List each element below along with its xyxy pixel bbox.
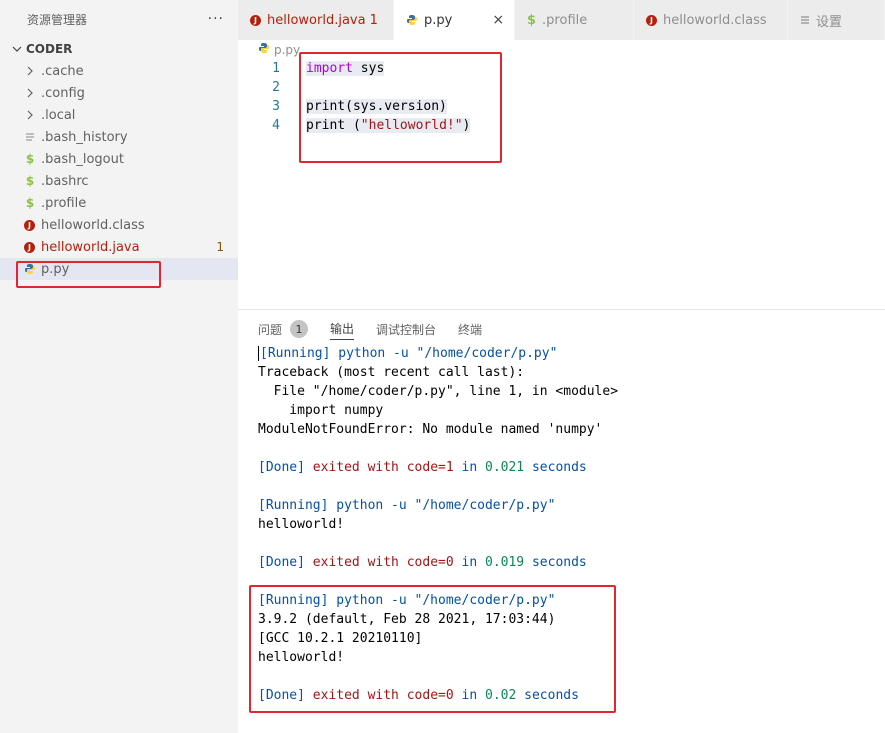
- tree-item-cache[interactable]: .cache: [0, 60, 238, 82]
- tab-label: helloworld.java: [267, 12, 366, 28]
- explorer-sidebar: 资源管理器 ··· CODER .cache .config .local .b…: [0, 0, 238, 733]
- output-line: File "/home/coder/p.py", line 1, in <mod…: [258, 384, 619, 399]
- dollar-icon: $: [527, 12, 537, 28]
- tab-label: 终端: [458, 322, 483, 337]
- breadcrumb[interactable]: p.py: [258, 42, 300, 57]
- tab-terminal[interactable]: 终端: [458, 318, 482, 340]
- done-text: in: [453, 555, 485, 570]
- output-line: Traceback (most recent call last):: [258, 365, 525, 380]
- tree-item-label: .config: [41, 85, 85, 101]
- done-line: [Done] exited with code=1 in 0.021 secon…: [258, 458, 618, 477]
- done-line: [Done] exited with code=0 in 0.019 secon…: [258, 553, 618, 572]
- tab-settings[interactable]: 设置: [788, 0, 885, 40]
- dollar-icon: $: [25, 196, 35, 210]
- exit-code: code=0: [406, 555, 454, 570]
- done-tag: [Done]: [258, 555, 305, 570]
- tree-item-label: .profile: [41, 195, 87, 211]
- tab-output[interactable]: 输出: [330, 318, 355, 340]
- dollar-icon: $: [25, 174, 35, 188]
- highlight-box-file: [16, 261, 161, 288]
- tab-problems[interactable]: 问题 1: [258, 318, 309, 340]
- tree-item-label: helloworld.java: [41, 239, 140, 255]
- done-text: exited with: [304, 555, 407, 570]
- tab-debug-console[interactable]: 调试控制台: [376, 318, 436, 340]
- done-text: seconds: [524, 460, 587, 475]
- tree-item-label: .local: [41, 107, 76, 123]
- done-text: seconds: [524, 555, 587, 570]
- tree-item-helloworld-java[interactable]: J helloworld.java 1: [0, 236, 238, 258]
- settings-lines-icon: [800, 15, 810, 25]
- tree-item-label: helloworld.class: [41, 217, 145, 233]
- tree-item-bashrc[interactable]: $ .bashrc: [0, 170, 238, 192]
- chevron-right-icon: [22, 107, 38, 123]
- output-line: ModuleNotFoundError: No module named 'nu…: [258, 422, 603, 437]
- done-text: exited with: [304, 460, 407, 475]
- done-text: in: [453, 460, 485, 475]
- python-icon: [406, 14, 418, 26]
- tab-label: p.py: [424, 12, 453, 28]
- chevron-right-icon: [22, 85, 38, 101]
- tree-item-profile[interactable]: $ .profile: [0, 192, 238, 214]
- tab-helloworld-class[interactable]: J helloworld.class: [634, 0, 788, 40]
- tab-label: helloworld.class: [663, 12, 767, 28]
- tab-helloworld-java[interactable]: J helloworld.java 1: [238, 0, 394, 40]
- line-number: 3: [272, 99, 280, 114]
- folder-label: CODER: [26, 42, 73, 56]
- problems-count-badge: 1: [290, 320, 309, 338]
- explorer-header: 资源管理器 ···: [0, 0, 238, 38]
- running-line: [Running] python -u "/home/coder/p.py": [258, 498, 556, 513]
- tree-item-label: .bash_logout: [41, 151, 124, 167]
- tab-label: .profile: [542, 12, 588, 28]
- output-line: import numpy: [258, 403, 384, 418]
- explorer-title: 资源管理器: [27, 12, 88, 27]
- tree-item-helloworld-class[interactable]: J helloworld.class: [0, 214, 238, 236]
- chevron-right-icon: [22, 63, 38, 79]
- tree-item-local[interactable]: .local: [0, 104, 238, 126]
- done-tag: [Done]: [258, 460, 305, 475]
- problem-count-badge: 1: [216, 240, 224, 254]
- highlight-box-output: [249, 585, 616, 713]
- tree-item-label: .bashrc: [41, 173, 89, 189]
- java-icon: J: [250, 14, 261, 26]
- tree-item-label: .cache: [41, 63, 84, 79]
- tab-profile[interactable]: $ .profile: [515, 0, 634, 40]
- highlight-box-code: [299, 52, 502, 163]
- elapsed-time: 0.019: [485, 555, 525, 570]
- output-line: [Running] python -u "/home/coder/p.py": [258, 344, 618, 363]
- more-actions-icon[interactable]: ···: [208, 11, 224, 27]
- java-icon: J: [24, 219, 35, 231]
- tree-item-label: .bash_history: [41, 129, 128, 145]
- file-lines-icon: [22, 129, 38, 145]
- exit-code: code=1: [406, 460, 454, 475]
- tree-item-bash-history[interactable]: .bash_history: [0, 126, 238, 148]
- line-number: 2: [272, 80, 280, 95]
- tab-label: 设置: [816, 14, 843, 30]
- running-line: [Running] python -u "/home/coder/p.py": [260, 346, 558, 361]
- tree-item-config[interactable]: .config: [0, 82, 238, 104]
- python-icon: [258, 42, 270, 57]
- line-number: 1: [272, 61, 280, 76]
- panel-tabs: 问题 1 输出 调试控制台 终端: [258, 318, 504, 340]
- chevron-down-icon: [8, 44, 26, 54]
- tab-label: 输出: [330, 322, 355, 336]
- folder-coder[interactable]: CODER: [0, 38, 238, 60]
- tree-item-bash-logout[interactable]: $ .bash_logout: [0, 148, 238, 170]
- dollar-icon: $: [25, 152, 35, 166]
- output-line: helloworld!: [258, 517, 345, 532]
- tab-label: 问题: [258, 322, 283, 337]
- java-icon: J: [24, 241, 35, 253]
- line-number: 4: [272, 118, 280, 133]
- text-cursor: [258, 346, 259, 361]
- elapsed-time: 0.021: [485, 460, 525, 475]
- tab-p-py[interactable]: p.py ×: [394, 0, 515, 40]
- close-icon[interactable]: ×: [492, 12, 504, 28]
- java-icon: J: [646, 14, 657, 26]
- breadcrumb-file: p.py: [274, 42, 301, 57]
- editor-tabs: J helloworld.java 1 p.py × $ .profile J …: [238, 0, 885, 40]
- tab-problem-count: 1: [369, 12, 378, 28]
- tab-label: 调试控制台: [376, 322, 437, 337]
